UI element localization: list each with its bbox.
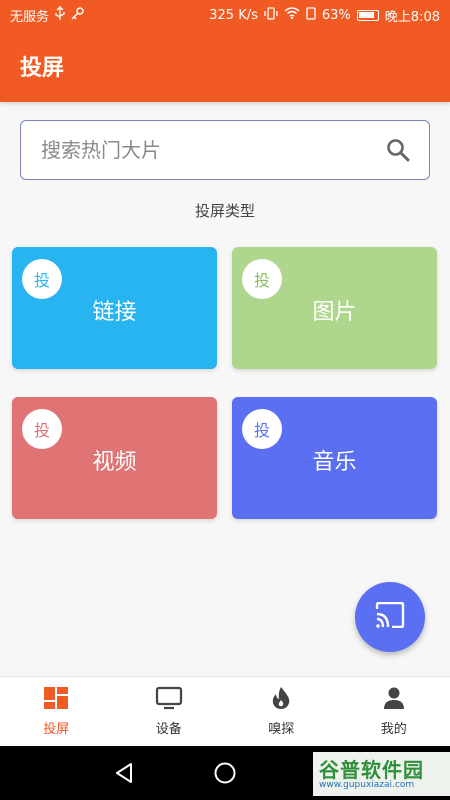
card-label: 音乐 <box>312 450 357 475</box>
home-icon[interactable] <box>213 761 237 789</box>
clock: 晚上8:08 <box>384 9 440 25</box>
wifi-icon <box>284 7 300 23</box>
nav-label: 投屏 <box>43 722 70 737</box>
cast-video-card[interactable]: 投 视频 <box>12 397 217 519</box>
key-icon <box>71 6 84 24</box>
nav-label: 设备 <box>155 722 182 737</box>
cast-badge: 投 <box>22 409 62 449</box>
search-input[interactable] <box>41 138 361 162</box>
carrier-label: 无服务 <box>10 9 50 25</box>
battery-icon <box>356 9 379 21</box>
card-label: 链接 <box>92 300 137 325</box>
usb-icon <box>55 6 65 24</box>
cast-image-card[interactable]: 投 图片 <box>232 247 437 369</box>
tv-icon <box>155 686 183 714</box>
cast-badge: 投 <box>22 259 62 299</box>
user-icon <box>382 686 406 714</box>
nav-label: 嗅探 <box>268 722 295 737</box>
watermark-url: www.gupuxiazai.com <box>319 780 415 790</box>
nav-item-cast[interactable]: 投屏 <box>0 677 113 746</box>
dashboard-icon <box>43 686 69 714</box>
watermark-logo: 谷普软件园 www.gupuxiazai.com <box>313 752 450 796</box>
back-icon[interactable] <box>113 761 135 789</box>
cast-link-card[interactable]: 投 链接 <box>12 247 217 369</box>
watermark-main: 谷普软件园 <box>319 758 424 782</box>
cast-fab-button[interactable] <box>355 582 425 652</box>
flame-icon <box>270 686 292 714</box>
cast-icon <box>375 601 405 632</box>
status-bar: 无服务 325 K/s 63% 晚上8:08 <box>0 0 450 30</box>
card-label: 视频 <box>92 450 137 475</box>
app-bar: 投屏 <box>0 30 450 102</box>
nav-item-sniff[interactable]: 嗅探 <box>225 677 338 746</box>
search-icon[interactable] <box>385 137 411 163</box>
nav-item-mine[interactable]: 我的 <box>338 677 450 746</box>
cast-music-card[interactable]: 投 音乐 <box>232 397 437 519</box>
section-title: 投屏类型 <box>194 202 255 220</box>
bottom-nav: 投屏 设备 嗅探 我的 <box>0 676 450 746</box>
search-bar[interactable] <box>20 120 430 180</box>
card-label: 图片 <box>312 300 357 325</box>
cast-badge: 投 <box>242 409 282 449</box>
battery-percent: 63% <box>321 7 351 23</box>
network-speed: 325 K/s <box>209 7 258 23</box>
nav-label: 我的 <box>380 722 407 737</box>
page-title: 投屏 <box>20 56 65 81</box>
sim-icon <box>306 6 316 24</box>
cast-badge: 投 <box>242 259 282 299</box>
nav-item-device[interactable]: 设备 <box>113 677 226 746</box>
vibrate-icon <box>264 6 278 24</box>
